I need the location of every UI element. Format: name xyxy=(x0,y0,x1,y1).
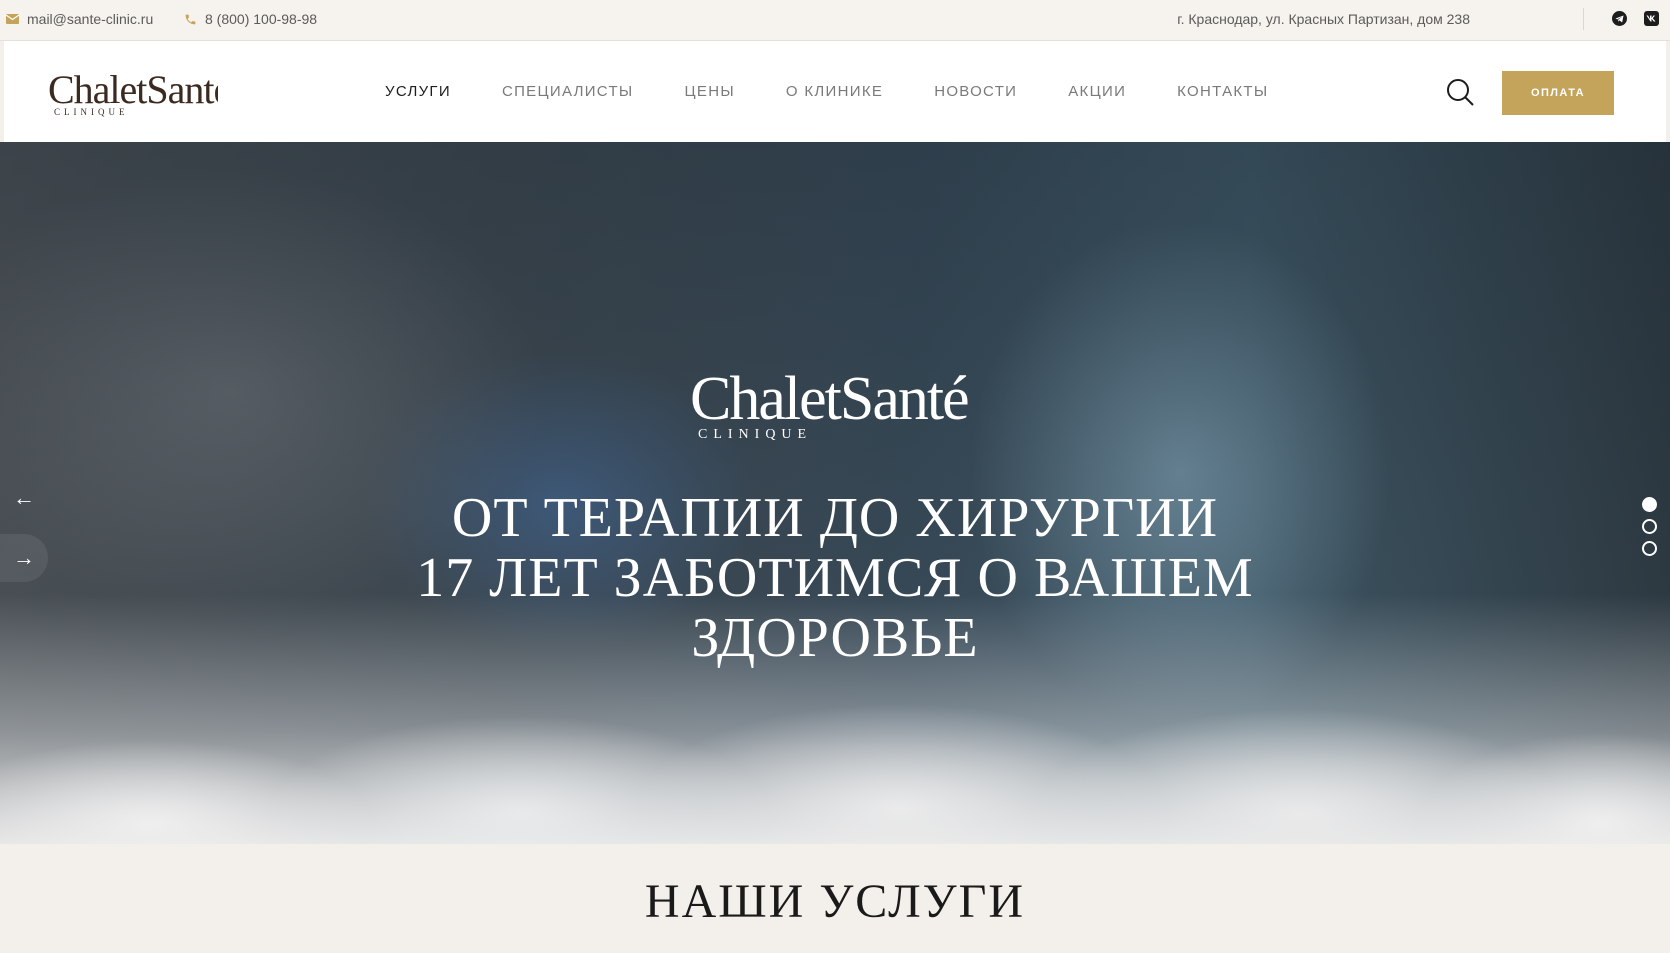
main-header: ChaletSanté CLINIQUE УСЛУГИ СПЕЦИАЛИСТЫ … xyxy=(4,41,1666,142)
address-text: г. Краснодар, ул. Красных Партизан, дом … xyxy=(1177,11,1470,27)
slider-pagination xyxy=(1642,497,1657,563)
phone-icon xyxy=(185,14,196,24)
svg-text:ChaletSanté: ChaletSanté xyxy=(48,67,218,112)
email-link[interactable]: mail@sante-clinic.ru xyxy=(6,0,153,38)
top-bar: mail@sante-clinic.ru 8 (800) 100-98-98 г… xyxy=(0,0,1670,41)
main-nav: УСЛУГИ СПЕЦИАЛИСТЫ ЦЕНЫ О КЛИНИКЕ НОВОСТ… xyxy=(385,41,1319,142)
slider-dot-2[interactable] xyxy=(1642,519,1657,534)
hero-title-line: 17 ЛЕТ ЗАБОТИМСЯ О ВАШЕМ xyxy=(416,547,1254,609)
svg-text:ChaletSanté: ChaletSanté xyxy=(690,365,968,433)
services-section: НАШИ УСЛУГИ xyxy=(0,844,1670,953)
svg-text:CLINIQUE: CLINIQUE xyxy=(698,427,812,442)
search-icon[interactable] xyxy=(1445,77,1475,107)
slider-next-arrow-icon[interactable]: → xyxy=(0,534,48,582)
hero-title: ОТ ТЕРАПИИ ДО ХИРУРГИИ 17 ЛЕТ ЗАБОТИМСЯ … xyxy=(335,488,1335,668)
phone-link[interactable]: 8 (800) 100-98-98 xyxy=(184,0,317,38)
nav-item-promotions[interactable]: АКЦИИ xyxy=(1068,83,1126,100)
nav-item-contacts[interactable]: КОНТАКТЫ xyxy=(1177,83,1268,100)
hero-title-line: ЗДОРОВЬЕ xyxy=(691,607,979,669)
phone-text: 8 (800) 100-98-98 xyxy=(205,11,318,27)
nav-item-specialists[interactable]: СПЕЦИАЛИСТЫ xyxy=(502,83,634,100)
slider-dot-1[interactable] xyxy=(1642,497,1657,512)
services-heading: НАШИ УСЛУГИ xyxy=(644,875,1026,928)
hero-title-line: ОТ ТЕРАПИИ ДО ХИРУРГИИ xyxy=(451,487,1219,549)
site-logo[interactable]: ChaletSanté CLINIQUE xyxy=(48,63,218,121)
slider-prev-arrow-icon[interactable]: ← xyxy=(0,474,48,522)
telegram-icon[interactable] xyxy=(1612,11,1627,26)
hero-slider: ChaletSanté CLINIQUE ОТ ТЕРАПИИ ДО ХИРУР… xyxy=(0,142,1670,844)
payment-button[interactable]: ОПЛАТА xyxy=(1502,71,1614,115)
hero-logo: ChaletSanté CLINIQUE xyxy=(690,365,970,442)
nav-item-news[interactable]: НОВОСТИ xyxy=(934,83,1017,100)
nav-item-services[interactable]: УСЛУГИ xyxy=(385,83,451,100)
vk-icon[interactable] xyxy=(1644,11,1659,26)
email-text: mail@sante-clinic.ru xyxy=(27,11,154,27)
nav-item-about[interactable]: О КЛИНИКЕ xyxy=(786,83,883,100)
svg-text:CLINIQUE: CLINIQUE xyxy=(54,107,129,117)
mail-icon xyxy=(6,14,19,24)
divider xyxy=(1583,8,1584,30)
slider-dot-3[interactable] xyxy=(1642,541,1657,556)
nav-item-prices[interactable]: ЦЕНЫ xyxy=(685,83,735,100)
